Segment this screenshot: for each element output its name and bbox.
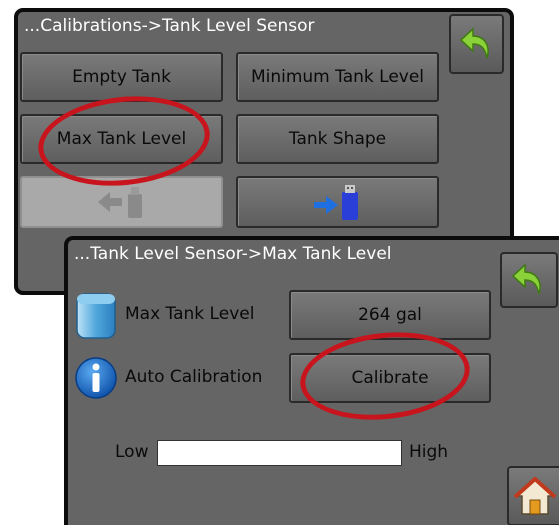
max-tank-level-button[interactable]: Max Tank Level <box>20 114 223 164</box>
tank-shape-button[interactable]: Tank Shape <box>236 114 439 164</box>
max-tank-level-screen: ...Tank Level Sensor->Max Tank Level Max… <box>64 236 559 525</box>
usb-import-icon <box>97 187 142 218</box>
empty-tank-button[interactable]: Empty Tank <box>20 52 223 102</box>
home-button[interactable] <box>507 466 559 525</box>
max-tank-level-label: Max Tank Level <box>125 304 255 324</box>
back-button[interactable] <box>500 252 558 308</box>
usb-import-button[interactable] <box>20 176 223 228</box>
home-icon <box>513 477 557 515</box>
info-icon <box>75 357 117 399</box>
tank-icon <box>76 293 116 339</box>
back-arrow-icon <box>511 263 541 295</box>
calibrate-button[interactable]: Calibrate <box>289 353 491 403</box>
tank-level-slider[interactable] <box>157 440 402 466</box>
minimum-tank-level-button[interactable]: Minimum Tank Level <box>236 52 439 102</box>
back-button[interactable] <box>449 14 504 74</box>
auto-calibration-label: Auto Calibration <box>125 367 263 387</box>
usb-export-icon <box>313 185 358 220</box>
screen-title: ...Tank Level Sensor->Max Tank Level <box>74 244 392 264</box>
slider-low-label: Low <box>115 442 149 462</box>
back-arrow-icon <box>459 27 489 59</box>
usb-export-button[interactable] <box>236 176 439 228</box>
screen-title: ...Calibrations->Tank Level Sensor <box>24 16 315 36</box>
slider-high-label: High <box>409 442 449 462</box>
max-tank-level-value-field[interactable]: 264 gal <box>289 290 491 340</box>
